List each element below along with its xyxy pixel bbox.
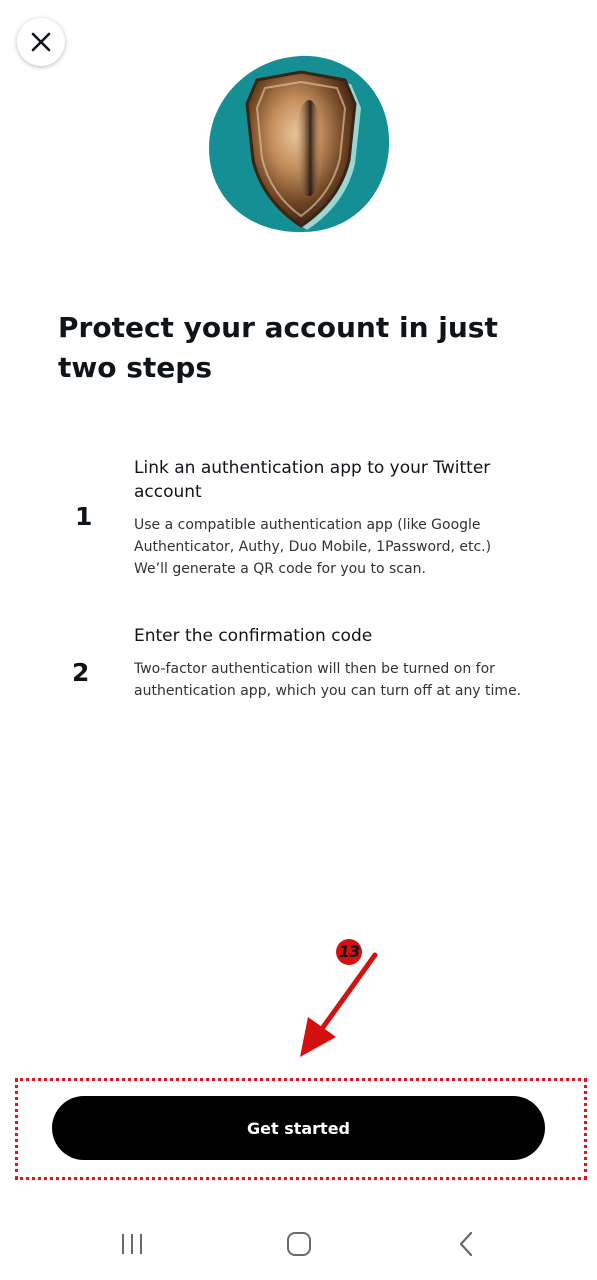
- annotation-marker: 13: [336, 939, 362, 965]
- step-title: Enter the confirmation code: [134, 626, 373, 646]
- recents-button[interactable]: [112, 1228, 152, 1260]
- recents-icon: [122, 1234, 142, 1254]
- shield-icon: [209, 55, 390, 233]
- close-icon: [31, 32, 51, 52]
- home-icon: [287, 1232, 311, 1256]
- step-number: 1: [75, 502, 93, 531]
- back-icon: [459, 1231, 473, 1257]
- step-description: Two-factor authentication will then be t…: [134, 661, 522, 699]
- home-button[interactable]: [279, 1228, 319, 1260]
- back-button[interactable]: [446, 1228, 486, 1260]
- hero-illustration: [205, 50, 393, 238]
- step-description: Use a compatible authentication app (lik…: [134, 517, 492, 577]
- step-number: 2: [72, 658, 90, 687]
- step-title: Link an authentication app to your Twitt…: [134, 458, 491, 502]
- page-title: Protect your account in just two steps: [58, 311, 498, 384]
- close-button[interactable]: [17, 18, 65, 66]
- annotation-arrow-icon: [300, 952, 378, 1057]
- get-started-button[interactable]: Get started: [52, 1096, 545, 1160]
